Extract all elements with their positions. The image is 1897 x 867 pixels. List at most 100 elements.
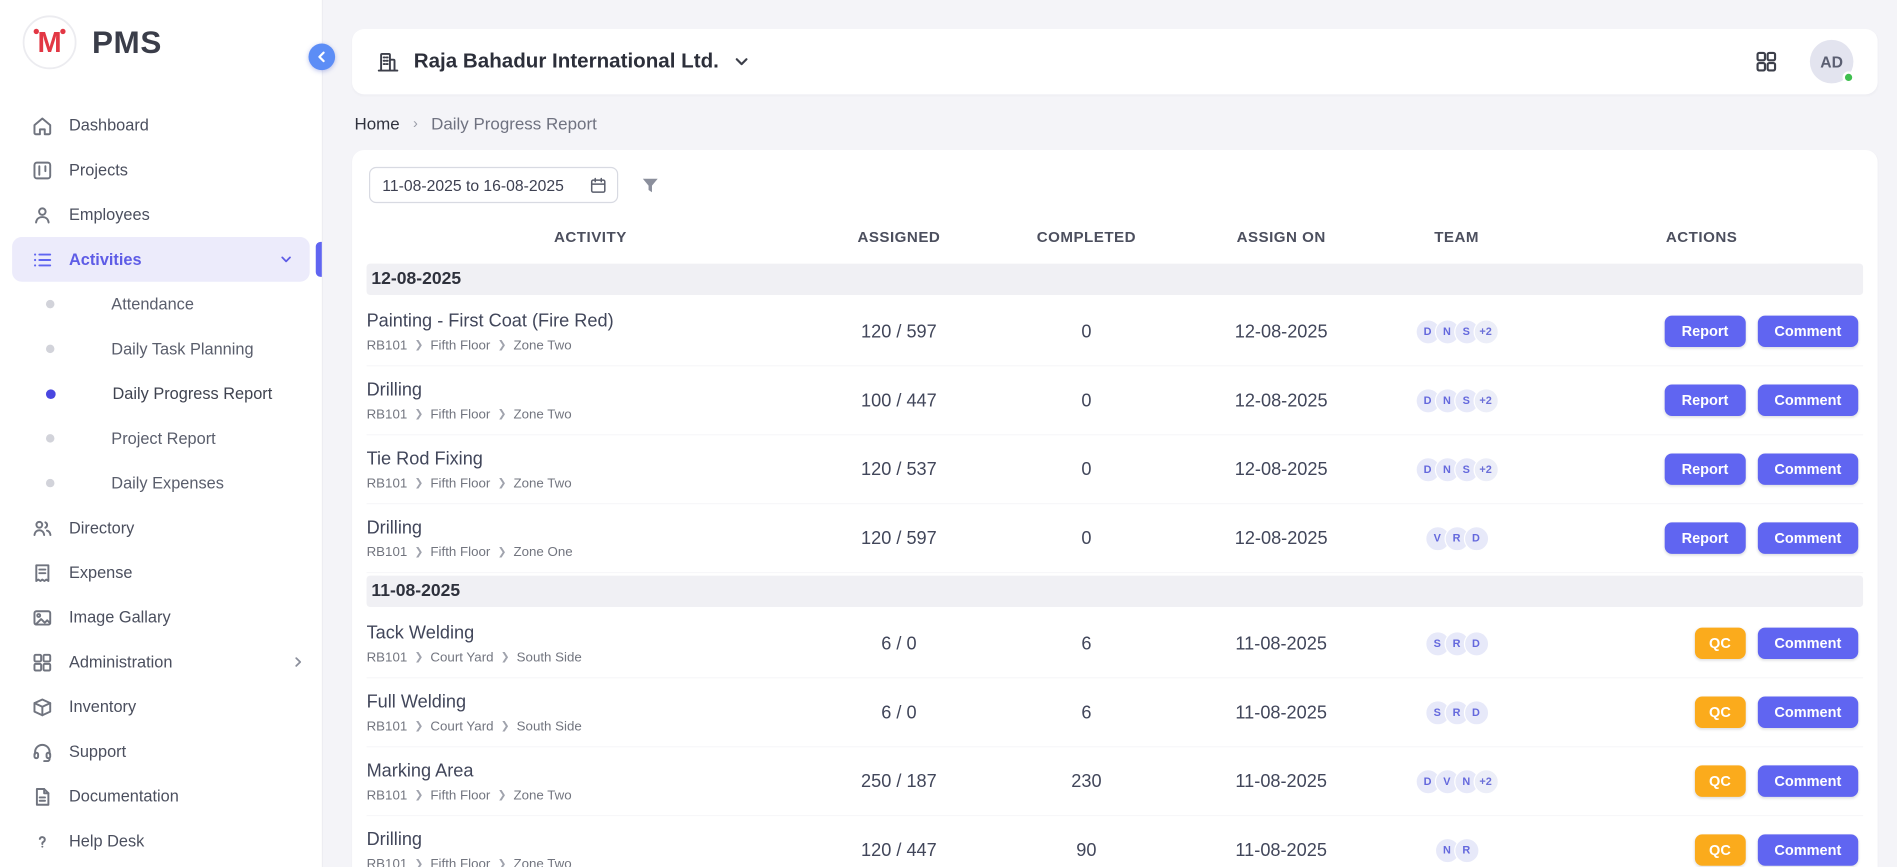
sidebar-item-administration[interactable]: Administration: [0, 640, 322, 685]
qc-button[interactable]: QC: [1695, 765, 1746, 796]
sidebar-item-label: Dashboard: [69, 116, 149, 134]
row-actions: Report Comment: [1540, 316, 1863, 347]
sidebar-item-documentation[interactable]: Documentation: [0, 774, 322, 819]
comment-button[interactable]: Comment: [1757, 385, 1858, 416]
assign-on-value: 11-08-2025: [1189, 702, 1373, 723]
activity-name[interactable]: Painting - First Coat (Fire Red): [367, 310, 815, 331]
user-avatar[interactable]: AD: [1810, 40, 1854, 84]
chevron-left-icon: [316, 51, 328, 63]
date-range-value: 11-08-2025 to 16-08-2025: [382, 176, 579, 194]
activity-name[interactable]: Tack Welding: [367, 622, 815, 643]
comment-button[interactable]: Comment: [1757, 453, 1858, 484]
sidebar-item-label: Daily Task Planning: [111, 340, 253, 358]
row-actions: QC Comment: [1540, 628, 1863, 659]
sidebar-item-label: Support: [69, 742, 126, 760]
sidebar-item-help-desk[interactable]: Help Desk: [0, 819, 322, 864]
completed-value: 90: [984, 840, 1190, 861]
sidebar-item-daily-progress-report[interactable]: Daily Progress Report: [0, 371, 322, 416]
activity-name[interactable]: Drilling: [367, 517, 815, 538]
path-separator-icon: ❯: [498, 476, 507, 489]
report-button[interactable]: Report: [1665, 316, 1746, 347]
report-button[interactable]: Report: [1665, 385, 1746, 416]
report-button[interactable]: Report: [1665, 522, 1746, 553]
bullet-icon: [46, 479, 54, 487]
activity-name[interactable]: Marking Area: [367, 760, 815, 781]
column-header-activity: ACTIVITY: [367, 229, 815, 246]
activity-path: RB101❯Court Yard❯South Side: [367, 719, 815, 734]
sidebar-item-attendance[interactable]: Attendance: [0, 282, 322, 327]
filter-button[interactable]: [640, 175, 661, 196]
team-extra-count[interactable]: +2: [1473, 456, 1498, 481]
app-logo: M: [22, 15, 78, 71]
team-extra-count[interactable]: +2: [1473, 319, 1498, 344]
sidebar-item-daily-task-planning[interactable]: Daily Task Planning: [0, 326, 322, 371]
sidebar-collapse-button[interactable]: [308, 44, 335, 71]
table-body: 12-08-2025 Painting - First Coat (Fire R…: [367, 264, 1864, 867]
assign-on-value: 12-08-2025: [1189, 528, 1373, 549]
sidebar-item-daily-expenses[interactable]: Daily Expenses: [0, 461, 322, 506]
team-extra-count[interactable]: +2: [1473, 768, 1498, 793]
comment-button[interactable]: Comment: [1757, 834, 1858, 865]
sidebar-item-expense[interactable]: Expense: [0, 550, 322, 595]
team-member-avatar[interactable]: R: [1454, 837, 1479, 862]
breadcrumb-home-link[interactable]: Home: [354, 114, 399, 133]
path-separator-icon: ❯: [415, 857, 424, 867]
sidebar-item-projects[interactable]: Projects: [0, 148, 322, 193]
comment-button[interactable]: Comment: [1757, 765, 1858, 796]
main-content: Raja Bahadur International Ltd. AD Home …: [323, 0, 1897, 867]
comment-button[interactable]: Comment: [1757, 522, 1858, 553]
svg-text:M: M: [38, 27, 62, 59]
team-avatars: NR: [1373, 837, 1540, 862]
assign-on-value: 11-08-2025: [1189, 633, 1373, 654]
comment-button[interactable]: Comment: [1757, 316, 1858, 347]
table-row: Full Welding RB101❯Court Yard❯South Side…: [367, 678, 1864, 747]
group-date: 12-08-2025: [371, 270, 461, 289]
sidebar-item-support[interactable]: Support: [0, 729, 322, 774]
table-row: Drilling RB101❯Fifth Floor❯Zone One 120 …: [367, 504, 1864, 573]
qc-button[interactable]: QC: [1695, 696, 1746, 727]
team-member-avatar[interactable]: D: [1463, 525, 1488, 550]
date-group-header: 12-08-2025: [367, 264, 1864, 295]
apps-grid-button[interactable]: [1754, 50, 1778, 74]
sidebar-item-label: Daily Expenses: [111, 474, 224, 492]
path-separator-icon: ❯: [415, 408, 424, 421]
team-member-avatar[interactable]: D: [1463, 700, 1488, 725]
comment-button[interactable]: Comment: [1757, 628, 1858, 659]
report-card: 11-08-2025 to 16-08-2025 ACTIVITY ASSIGN…: [352, 150, 1878, 867]
team-avatars: SRD: [1373, 631, 1540, 656]
company-selector[interactable]: Raja Bahadur International Ltd.: [376, 50, 750, 74]
sidebar-item-image-gallary[interactable]: Image Gallary: [0, 595, 322, 640]
date-range-input[interactable]: 11-08-2025 to 16-08-2025: [369, 167, 618, 203]
sidebar-item-label: Directory: [69, 519, 134, 537]
sidebar-item-project-report[interactable]: Project Report: [0, 416, 322, 461]
activity-name[interactable]: Drilling: [367, 829, 815, 850]
qc-button[interactable]: QC: [1695, 834, 1746, 865]
completed-value: 6: [984, 633, 1190, 654]
activity-name[interactable]: Drilling: [367, 379, 815, 400]
assigned-value: 100 / 447: [814, 390, 983, 411]
path-segment: Zone Two: [513, 407, 571, 422]
activity-name[interactable]: Tie Rod Fixing: [367, 448, 815, 469]
sidebar-item-label: Documentation: [69, 787, 179, 805]
column-header-completed: COMPLETED: [984, 229, 1190, 246]
path-separator-icon: ❯: [415, 788, 424, 801]
grid-icon: [1754, 50, 1778, 74]
qc-button[interactable]: QC: [1695, 628, 1746, 659]
sidebar-item-employees[interactable]: Employees: [0, 192, 322, 237]
sidebar-item-directory[interactable]: Directory: [0, 505, 322, 550]
activity-name[interactable]: Full Welding: [367, 691, 815, 712]
sidebar-item-label: Inventory: [69, 698, 136, 716]
table-header-row: ACTIVITY ASSIGNED COMPLETED ASSIGN ON TE…: [367, 213, 1864, 261]
team-extra-count[interactable]: +2: [1473, 388, 1498, 413]
sidebar-item-label: Daily Progress Report: [113, 385, 273, 403]
sidebar-item-dashboard[interactable]: Dashboard: [0, 103, 322, 148]
team-member-avatar[interactable]: D: [1463, 631, 1488, 656]
assigned-value: 120 / 597: [814, 528, 983, 549]
report-button[interactable]: Report: [1665, 453, 1746, 484]
sidebar-item-activities[interactable]: Activities: [12, 237, 310, 282]
sidebar-item-inventory[interactable]: Inventory: [0, 684, 322, 729]
path-segment: Fifth Floor: [430, 857, 490, 867]
funnel-icon: [640, 175, 661, 196]
chevron-right-icon: ›: [413, 115, 418, 132]
comment-button[interactable]: Comment: [1757, 696, 1858, 727]
